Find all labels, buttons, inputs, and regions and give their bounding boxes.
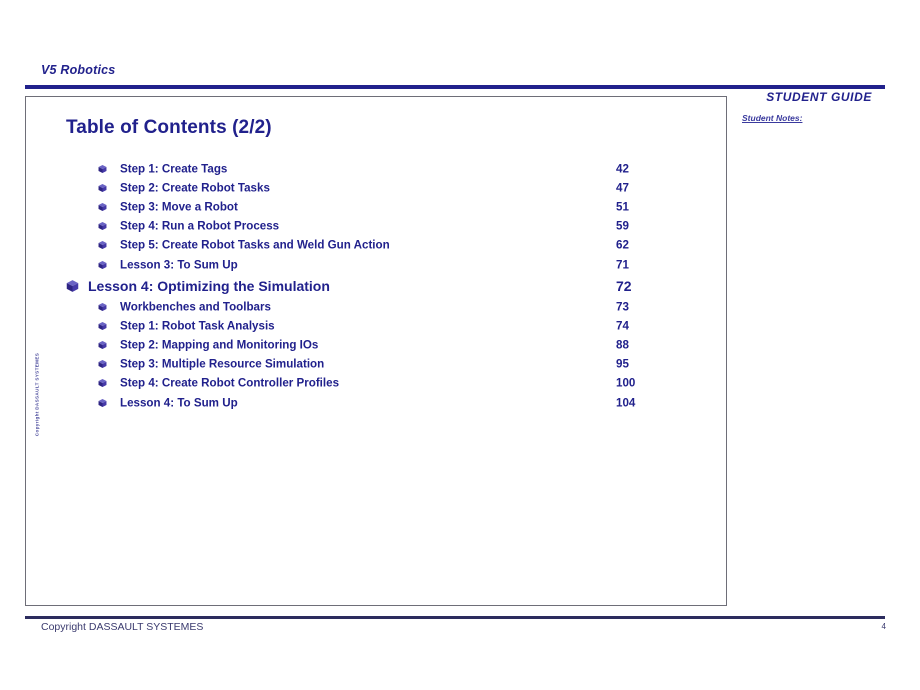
toc-entry[interactable]: Lesson 3: To Sum Up 71 [26, 255, 726, 274]
cube-bullet-icon [98, 202, 107, 212]
toc-entry-page-number: 104 [616, 396, 636, 410]
cube-bullet-icon [98, 360, 107, 369]
slide-page: V5 Robotics STUDENT GUIDE Student Notes:… [0, 0, 920, 690]
slide-content-box: Table of Contents (2/2) Step 1: Create T… [25, 96, 727, 606]
toc-entry-page-number: 73 [616, 300, 629, 314]
toc-entry[interactable]: Workbenches and Toolbars 73 [26, 297, 726, 316]
toc-entry-label: Lesson 4: Optimizing the Simulation [88, 277, 330, 294]
toc-entry[interactable]: Step 4: Run a Robot Process 59 [26, 217, 726, 236]
toc-entry-label: Step 3: Move a Robot [120, 200, 238, 214]
toc-entry[interactable]: Step 1: Robot Task Analysis 74 [26, 316, 726, 335]
cube-bullet-icon [98, 398, 107, 407]
table-of-contents-list: Step 1: Create Tags 42 Step 2: Create Robo… [26, 159, 726, 412]
toc-entry-page-number: 42 [616, 162, 629, 176]
toc-entry-label: Step 2: Mapping and Monitoring IOs [120, 338, 319, 352]
toc-entry[interactable]: Step 4: Create Robot Controller Profiles… [26, 374, 726, 393]
toc-entry-label: Step 2: Create Robot Tasks [120, 181, 270, 195]
toc-entry[interactable]: Step 3: Move a Robot 51 [26, 197, 726, 216]
vertical-copyright-text: Copyright DASSAULT SYSTEMES [34, 352, 40, 437]
toc-entry[interactable]: Step 3: Multiple Resource Simulation 95 [26, 355, 726, 374]
toc-entry-page-number: 62 [616, 238, 629, 252]
cube-bullet-icon [98, 241, 107, 250]
cube-bullet-icon [98, 222, 107, 231]
student-notes-label: Student Notes: [742, 113, 803, 123]
cube-bullet-icon [98, 321, 107, 330]
toc-entry[interactable]: Step 1: Create Tags 42 [26, 159, 726, 178]
toc-entry-page-number: 74 [616, 319, 629, 333]
cube-bullet-icon [98, 260, 107, 269]
toc-entry[interactable]: Step 2: Mapping and Monitoring IOs 88 [26, 336, 726, 355]
footer-page-number: 4 [881, 622, 886, 631]
toc-entry-label: Lesson 3: To Sum Up [120, 258, 238, 272]
cube-bullet-large-icon [66, 279, 79, 292]
cube-bullet-icon [98, 379, 107, 388]
header-divider-rule [25, 85, 885, 89]
toc-entry-page-number: 51 [616, 200, 629, 214]
footer-divider-rule [25, 616, 885, 619]
toc-entry-label: Step 5: Create Robot Tasks and Weld Gun … [120, 238, 390, 252]
toc-entry-page-number: 95 [616, 357, 629, 371]
toc-entry-label: Step 3: Multiple Resource Simulation [120, 357, 325, 371]
toc-entry-label: Step 1: Robot Task Analysis [120, 319, 275, 333]
toc-entry-page-number: 100 [616, 376, 636, 390]
toc-entry-page-number: 88 [616, 338, 629, 352]
toc-entry-page-number: 59 [616, 219, 629, 233]
toc-entry[interactable]: Lesson 4: Optimizing the Simulation 72 [26, 274, 726, 297]
toc-entry[interactable]: Lesson 4: To Sum Up 104 [26, 393, 726, 412]
toc-entry-label: Workbenches and Toolbars [120, 300, 271, 314]
page-title: Table of Contents (2/2) [66, 117, 272, 138]
toc-entry-label: Step 1: Create Tags [120, 162, 228, 176]
cube-bullet-icon [98, 183, 107, 192]
toc-entry-page-number: 71 [616, 258, 629, 272]
toc-entry-label: Step 4: Run a Robot Process [120, 219, 280, 233]
cube-bullet-icon [98, 164, 107, 173]
cube-bullet-icon [98, 302, 107, 311]
toc-entry[interactable]: Step 5: Create Robot Tasks and Weld Gun … [26, 236, 726, 255]
footer-copyright-text: Copyright DASSAULT SYSTEMES [41, 621, 204, 633]
toc-entry-page-number: 47 [616, 181, 629, 195]
toc-entry-page-number: 72 [616, 277, 632, 294]
cube-bullet-icon [98, 341, 107, 350]
toc-entry-label: Lesson 4: To Sum Up [120, 396, 238, 410]
toc-entry[interactable]: Step 2: Create Robot Tasks 47 [26, 178, 726, 197]
page-header-title: V5 Robotics [41, 63, 116, 77]
toc-entry-label: Step 4: Create Robot Controller Profiles [120, 376, 340, 390]
